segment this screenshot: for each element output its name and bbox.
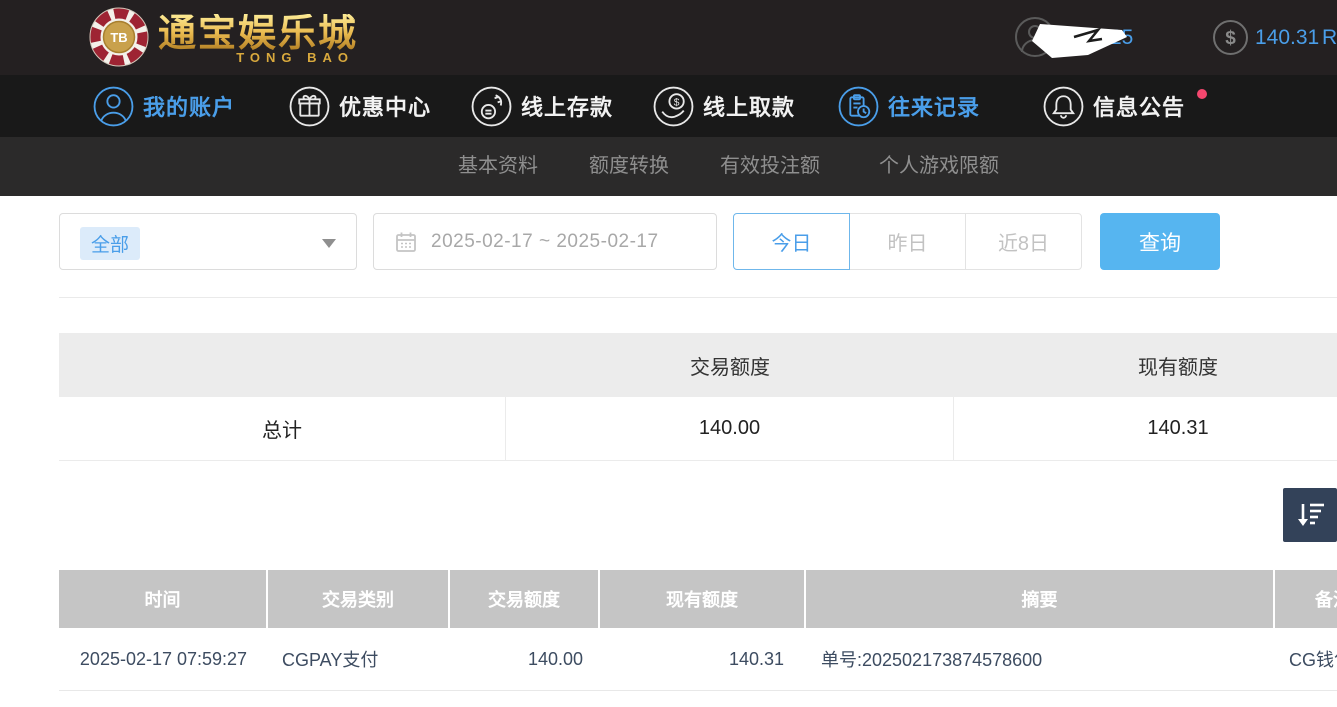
notification-badge-dot	[1197, 89, 1207, 99]
calendar-icon	[395, 231, 417, 253]
subnav-item-valid-bets[interactable]: 有效投注额	[720, 137, 820, 196]
main-nav: 我的账户 优惠中心 线上存款	[0, 75, 1337, 137]
records-icon	[838, 86, 879, 127]
col-header-summary: 摘要	[806, 570, 1275, 628]
summary-header-balance: 现有额度	[954, 333, 1337, 397]
casino-chip-icon: TB	[88, 6, 150, 73]
col-header-time: 时间	[59, 570, 268, 628]
subnav-item-quota-transfer[interactable]: 额度转换	[589, 137, 669, 196]
balance-amount: 140.31	[1255, 0, 1319, 75]
sort-descending-icon	[1293, 498, 1327, 532]
brand-name: 通宝娱乐城 TONG BAO	[158, 14, 358, 65]
summary-table: 交易额度 现有额度 总计 140.00 140.31	[59, 333, 1337, 461]
summary-header-amount: 交易额度	[506, 333, 954, 397]
summary-total-row: 总计 140.00 140.31	[59, 397, 1337, 461]
balance-currency: RMB	[1322, 0, 1337, 75]
subnav-item-game-limits[interactable]: 个人游戏限额	[879, 137, 999, 196]
deposit-icon	[471, 86, 512, 127]
quick-today-button[interactable]: 今日	[733, 213, 850, 270]
row-amount: 140.00	[450, 628, 600, 690]
svg-text:TB: TB	[110, 30, 127, 45]
type-select[interactable]: 全部	[59, 213, 357, 270]
summary-header-row: 交易额度 现有额度	[59, 333, 1337, 397]
col-header-balance: 现有额度	[600, 570, 806, 628]
col-header-amount: 交易额度	[450, 570, 600, 628]
summary-total-balance: 140.31	[954, 397, 1337, 460]
top-header: TB 通宝娱乐城 TONG BAO 25	[0, 0, 1337, 75]
bell-icon	[1043, 86, 1084, 127]
records-header-row: 时间 交易类别 交易额度 现有额度 摘要 备注	[59, 570, 1337, 628]
nav-item-deposit[interactable]: 线上存款	[471, 75, 613, 137]
nav-item-records[interactable]: 往来记录	[838, 75, 980, 137]
type-selected-chip: 全部	[80, 227, 140, 260]
row-time: 2025-02-17 07:59:27	[59, 628, 268, 690]
balance-dollar-icon[interactable]: $	[1212, 19, 1249, 61]
redaction-scribble	[1028, 14, 1140, 67]
col-header-remark: 备注	[1275, 570, 1337, 628]
row-remark: CG钱包	[1275, 628, 1337, 690]
table-row: 2025-02-17 07:59:27 CGPAY支付 140.00 140.3…	[59, 628, 1337, 691]
quick-yesterday-button[interactable]: 昨日	[849, 213, 966, 270]
row-summary: 单号:202502173874578600	[806, 628, 1275, 690]
summary-total-amount: 140.00	[506, 397, 954, 460]
brand-name-cn: 通宝娱乐城	[158, 14, 358, 54]
date-range-input[interactable]: 2025-02-17 ~ 2025-02-17	[373, 213, 717, 270]
quick-8days-button[interactable]: 近8日	[965, 213, 1082, 270]
quick-date-group: 今日 昨日 近8日	[733, 213, 1082, 270]
chevron-down-icon	[322, 239, 336, 248]
gift-icon	[289, 86, 330, 127]
withdraw-icon: $	[653, 86, 694, 127]
user-icon	[93, 86, 134, 127]
subnav-item-basic-info[interactable]: 基本资料	[458, 137, 538, 196]
nav-item-announcements[interactable]: 信息公告	[1043, 75, 1185, 137]
sort-descending-button[interactable]	[1283, 488, 1337, 542]
nav-item-withdraw[interactable]: $ 线上取款	[653, 75, 795, 137]
search-button[interactable]: 查询	[1100, 213, 1220, 270]
records-table: 时间 交易类别 交易额度 现有额度 摘要 备注 2025-02-17 07:59…	[59, 570, 1337, 691]
nav-item-my-account[interactable]: 我的账户	[93, 75, 235, 137]
svg-text:$: $	[1225, 28, 1236, 49]
page: TB 通宝娱乐城 TONG BAO 25	[0, 0, 1337, 707]
date-range-value: 2025-02-17 ~ 2025-02-17	[431, 231, 659, 253]
brand-logo[interactable]: TB 通宝娱乐城 TONG BAO	[88, 6, 358, 73]
row-balance: 140.31	[600, 628, 806, 690]
summary-total-label: 总计	[59, 397, 506, 460]
sub-nav: 基本资料 额度转换 有效投注额 个人游戏限额	[0, 137, 1337, 196]
svg-text:$: $	[674, 97, 680, 108]
col-header-type: 交易类别	[268, 570, 450, 628]
summary-header-empty	[59, 333, 506, 397]
section-divider	[59, 297, 1337, 298]
row-type: CGPAY支付	[268, 628, 450, 690]
nav-item-promotions[interactable]: 优惠中心	[289, 75, 431, 137]
